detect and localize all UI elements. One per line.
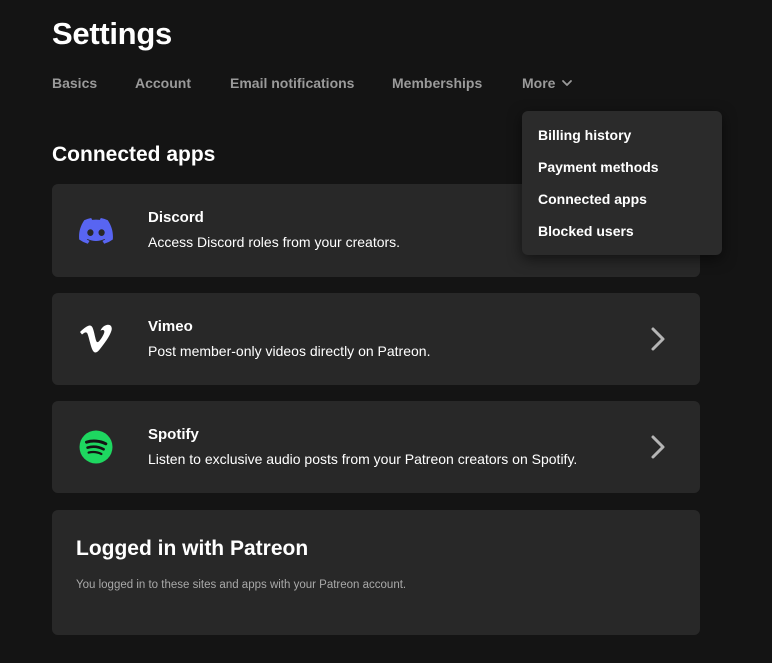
page-title: Settings (52, 16, 172, 51)
app-card-spotify[interactable]: Spotify Listen to exclusive audio posts … (52, 401, 700, 493)
app-description-vimeo: Post member-only videos directly on Patr… (148, 343, 431, 359)
app-name-discord: Discord (148, 209, 204, 226)
more-dropdown-menu: Billing history Payment methods Connecte… (522, 111, 722, 255)
discord-icon (79, 214, 113, 248)
spotify-icon (79, 430, 113, 464)
app-description-spotify: Listen to exclusive audio posts from you… (148, 451, 578, 467)
menu-item-payment-methods[interactable]: Payment methods (522, 157, 722, 189)
tab-memberships[interactable]: Memberships (392, 75, 482, 91)
chevron-down-icon (562, 80, 573, 86)
app-description-discord: Access Discord roles from your creators. (148, 234, 401, 250)
tab-more[interactable]: More (522, 75, 573, 91)
tab-email-notifications[interactable]: Email notifications (230, 75, 354, 91)
menu-item-billing-history[interactable]: Billing history (522, 125, 722, 157)
section-title: Connected apps (52, 143, 216, 166)
app-card-vimeo[interactable]: Vimeo Post member-only videos directly o… (52, 293, 700, 385)
tab-account[interactable]: Account (135, 75, 191, 91)
vimeo-icon (79, 322, 113, 356)
chevron-right-icon (651, 435, 665, 459)
menu-item-connected-apps[interactable]: Connected apps (522, 189, 722, 221)
tab-basics[interactable]: Basics (52, 75, 97, 91)
app-name-vimeo: Vimeo (148, 318, 193, 335)
chevron-right-icon (651, 327, 665, 351)
logged-in-description: You logged in to these sites and apps wi… (76, 579, 407, 591)
settings-page: Settings Basics Account Email notificati… (0, 0, 772, 663)
logged-in-title: Logged in with Patreon (76, 537, 309, 560)
menu-item-blocked-users[interactable]: Blocked users (522, 221, 722, 253)
tab-more-label: More (522, 75, 556, 91)
logged-in-card: Logged in with Patreon You logged in to … (52, 510, 700, 635)
app-name-spotify: Spotify (148, 426, 199, 443)
